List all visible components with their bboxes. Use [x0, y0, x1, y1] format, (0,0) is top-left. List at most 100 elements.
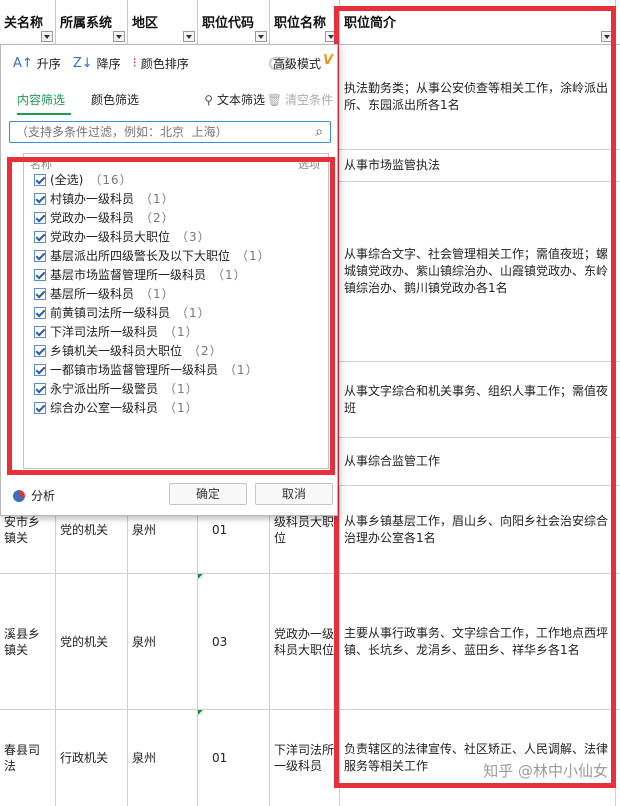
item-count: （3） — [176, 230, 211, 244]
list-item[interactable]: 乡镇机关一级科员大职位 （2） — [34, 341, 223, 360]
filter-dropdown-button[interactable] — [183, 31, 195, 42]
header-label: 职位名称 — [274, 16, 327, 31]
cell-system[interactable]: 党的机关 — [56, 574, 128, 709]
list-item[interactable]: 基层所一级科员 （1） — [34, 284, 175, 303]
cell-region[interactable]: 泉州 — [128, 710, 198, 806]
cell-position-name[interactable]: 党政办一级科员大职位 — [270, 574, 340, 709]
sort-asc-label: 升序 — [36, 56, 61, 71]
item-label: 永宁派出所一级警员 — [50, 382, 159, 396]
header-label: 所属系统 — [60, 16, 113, 31]
item-count: （1） — [164, 401, 199, 415]
item-label: 乡镇机关一级科员大职位 — [50, 344, 183, 358]
filter-dropdown-button[interactable] — [325, 31, 337, 42]
cell-desc[interactable]: 从事文字综合和机关事务、组织人事工作；需值夜班 — [340, 362, 616, 437]
clear-condition-button[interactable]: 🗑 清空条件 — [267, 91, 333, 108]
header-label: 职位简介 — [344, 16, 397, 31]
table-row: 溪县乡镇关 党的机关 泉州 03 党政办一级科员大职位 主要从事行政事务、文字综… — [0, 574, 620, 710]
checkbox[interactable] — [34, 249, 46, 262]
item-label: (全选) — [50, 173, 84, 187]
list-item[interactable]: 前黄镇司法所一级科员 （1） — [34, 303, 211, 322]
header-position-desc[interactable]: 职位简介 — [340, 0, 616, 44]
checkbox[interactable] — [34, 268, 46, 281]
list-item[interactable]: 党政办一级科员 （2） — [34, 208, 175, 227]
tab-color-filter[interactable]: 颜色筛选 — [91, 91, 139, 108]
filter-search-input[interactable] — [9, 121, 331, 143]
sort-desc-icon: Z↓ — [72, 55, 93, 71]
item-label: 前黄镇司法所一级科员 — [50, 306, 171, 320]
cell-desc[interactable]: 主要从事行政事务、文字综合工作，工作地点西坪镇、长坑乡、龙涓乡、蓝田乡、祥华乡各… — [340, 574, 616, 709]
checkbox[interactable] — [34, 306, 46, 319]
item-label: 基层市场监督管理所一级科员 — [50, 268, 207, 282]
checkbox[interactable] — [34, 211, 46, 224]
item-label: 党政办一级科员 — [50, 211, 135, 225]
header-label: 职位代码 — [202, 16, 255, 31]
header-agency-name[interactable]: 关名称 — [0, 0, 56, 44]
cell-region[interactable]: 泉州 — [128, 574, 198, 709]
checkbox[interactable] — [34, 325, 46, 338]
header-position-code[interactable]: 职位代码 — [198, 0, 270, 44]
filter-dropdown-button[interactable] — [41, 31, 53, 42]
cell-desc[interactable]: 从事市场监管执法 — [340, 150, 616, 181]
list-header-options[interactable]: 选项 — [298, 156, 320, 172]
color-sort-button[interactable]: ⁝ 颜色排序 — [133, 55, 189, 72]
item-count: （1） — [164, 325, 199, 339]
cell-code[interactable]: 01 — [198, 710, 270, 806]
cancel-button[interactable]: 取消 — [255, 483, 333, 505]
sort-desc-button[interactable]: Z↓ 降序 — [73, 55, 121, 72]
list-item[interactable]: (全选) （16） — [34, 170, 133, 189]
checkbox[interactable] — [34, 230, 46, 243]
tab-content-filter[interactable]: 内容筛选 — [17, 91, 65, 108]
header-label: 地区 — [132, 16, 159, 31]
cell-system[interactable]: 行政机关 — [56, 710, 128, 806]
header-position-name[interactable]: 职位名称 — [270, 0, 340, 44]
item-label: 综合办公室一级科员 — [50, 401, 159, 415]
filter-dropdown-button[interactable] — [255, 31, 267, 42]
filter-value-list[interactable]: 名称 选项 (全选) （16） 村镇办一级科员 （1） 党政办一级科员 （2） 党政办… — [23, 153, 329, 469]
checkbox[interactable] — [34, 192, 46, 205]
color-sort-label: 颜色排序 — [140, 56, 189, 71]
list-item[interactable]: 党政办一级科员大职位 （3） — [34, 227, 211, 246]
search-icon[interactable]: ⌕ — [315, 124, 323, 140]
advanced-mode-label: 高级模式 — [272, 57, 321, 71]
list-item[interactable]: 永宁派出所一级警员 （1） — [34, 379, 199, 398]
item-count: （1） — [236, 249, 271, 263]
item-count: （1） — [224, 363, 259, 377]
header-system[interactable]: 所属系统 — [56, 0, 128, 44]
checkbox[interactable] — [34, 344, 46, 357]
checkbox[interactable] — [34, 173, 46, 186]
list-item[interactable]: 综合办公室一级科员 （1） — [34, 398, 199, 417]
checkbox[interactable] — [34, 401, 46, 414]
header-row: 关名称 所属系统 地区 职位代码 职位名称 职位简介 — [0, 0, 620, 45]
cell-desc[interactable]: 从事综合文字、社会管理相关工作；需值夜班；螺城镇党政办、紫山镇综治办、山霞镇党政… — [340, 182, 616, 361]
table-row: 春县司法 行政机关 泉州 01 下洋司法所一级科员 负责辖区的法律宣传、社区矫正… — [0, 710, 620, 806]
cell-desc[interactable]: 执法勤务类；从事公安侦查等相关工作，涂岭派出所、东园派出所各1名 — [340, 44, 616, 149]
text-filter-button[interactable]: ⚲ 文本筛选 — [204, 91, 265, 108]
ok-button[interactable]: 确定 — [169, 483, 247, 505]
item-count: （1） — [140, 287, 175, 301]
popup-toolbar: A↑ 升序 Z↓ 降序 ⁝ 颜色排序 高级模式 V — [1, 45, 337, 81]
cell-desc[interactable]: 从事综合监管工作 — [340, 438, 616, 485]
list-item[interactable]: 基层市场监督管理所一级科员 （1） — [34, 265, 247, 284]
analyze-button[interactable]: 分析 — [13, 487, 55, 504]
checkbox[interactable] — [34, 363, 46, 376]
checkbox[interactable] — [34, 382, 46, 395]
header-region[interactable]: 地区 — [128, 0, 198, 44]
cell-desc[interactable]: 从事乡镇基层工作，眉山乡、向阳乡社会治安综合治理办公室各1名 — [340, 486, 616, 573]
list-item[interactable]: 基层派出所四级警长及以下大职位 （1） — [34, 246, 271, 265]
sort-asc-button[interactable]: A↑ 升序 — [13, 55, 61, 72]
list-item[interactable]: 一都镇市场监督管理所一级科员 （1） — [34, 360, 259, 379]
filter-dropdown-button[interactable] — [113, 31, 125, 42]
list-item[interactable]: 村镇办一级科员 （1） — [34, 189, 175, 208]
list-item[interactable]: 下洋司法所一级科员 （1） — [34, 322, 199, 341]
item-count: （2） — [188, 344, 223, 358]
cell-agency-name[interactable]: 溪县乡镇关 — [0, 574, 56, 709]
cell-agency-name[interactable]: 春县司法 — [0, 710, 56, 806]
filter-dropdown-button[interactable] — [601, 31, 613, 42]
sort-desc-label: 降序 — [96, 56, 121, 71]
item-count: （1） — [176, 306, 211, 320]
color-sort-icon: ⁝ — [132, 55, 137, 71]
cell-position-name[interactable]: 下洋司法所一级科员 — [270, 710, 340, 806]
checkbox[interactable] — [34, 287, 46, 300]
cell-code[interactable]: 03 — [198, 574, 270, 709]
cell-desc[interactable]: 负责辖区的法律宣传、社区矫正、人民调解、法律服务等相关工作 — [340, 710, 616, 806]
